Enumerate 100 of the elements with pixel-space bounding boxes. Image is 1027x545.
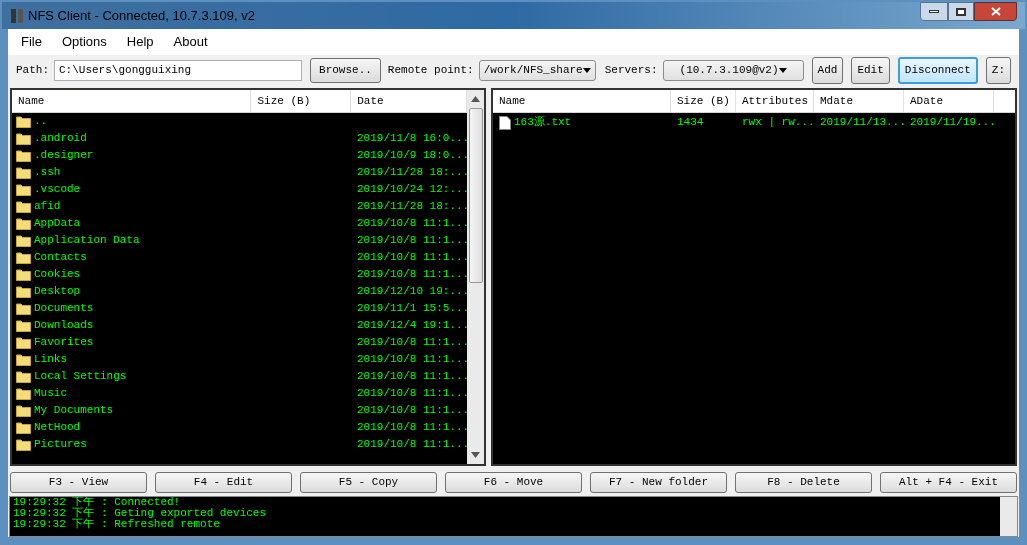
table-cell-text: 2019/11/19... — [909, 115, 994, 131]
menu-item[interactable]: About — [173, 32, 208, 52]
date-cell-text: 2019/10/8 11:1... — [356, 369, 467, 385]
minimize-button[interactable] — [920, 2, 948, 21]
app-icon — [10, 7, 24, 24]
file-name[interactable]: .android — [34, 130, 87, 147]
scroll-thumb[interactable] — [468, 108, 483, 283]
folder-icon — [16, 132, 31, 145]
table-cell-text: rwx | rw... — [741, 115, 814, 131]
document-icon — [499, 115, 511, 130]
action-button[interactable]: F5 - Copy — [300, 472, 437, 493]
path-label: Path: — [16, 62, 49, 78]
folder-icon — [16, 183, 31, 196]
folder-icon — [16, 200, 31, 213]
path-field[interactable]: C:\Users\gongguixing — [54, 59, 303, 81]
folder-icon — [16, 149, 31, 162]
remote-point-label: Remote point: — [387, 62, 474, 78]
close-icon — [990, 7, 1001, 16]
table-cell-text: 2019/11/13... — [819, 115, 904, 131]
column-header[interactable]: Size (B) — [251, 90, 352, 112]
file-name[interactable]: Application Data — [34, 232, 140, 249]
file-name[interactable]: Desktop — [34, 283, 81, 300]
toolbar-button[interactable]: Browse.. — [310, 57, 381, 83]
action-button[interactable]: F4 - Edit — [155, 472, 292, 493]
folder-icon — [16, 336, 31, 349]
scrollbar[interactable] — [1000, 497, 1017, 536]
date-cell-text: 2019/10/8 11:1... — [356, 233, 467, 249]
folder-icon — [16, 217, 31, 230]
file-name[interactable]: Downloads — [34, 317, 94, 334]
folder-icon — [16, 285, 31, 298]
menu-item[interactable]: Options — [61, 32, 107, 52]
action-button[interactable]: F8 - Delete — [735, 472, 872, 493]
column-header[interactable]: Name — [12, 90, 252, 112]
action-button[interactable]: F3 - View — [10, 472, 147, 493]
date-cell-text: 2019/10/8 11:1... — [356, 403, 467, 419]
file-name[interactable]: afid — [34, 198, 61, 215]
date-cell-text: 2019/10/8 11:1... — [356, 267, 467, 283]
remote-point-dropdown[interactable]: /work/NFS_share — [478, 59, 596, 81]
folder-icon — [16, 353, 31, 366]
date-cell-text: 2019/11/1 15:5... — [356, 301, 467, 317]
scroll-up-icon — [471, 96, 480, 102]
file-name[interactable]: Documents — [34, 300, 94, 317]
folder-icon — [16, 268, 31, 281]
file-name[interactable]: .. — [34, 113, 48, 130]
action-button[interactable]: Alt + F4 - Exit — [880, 472, 1017, 493]
log-line: 19:29:32 下午 : Connected! — [13, 497, 182, 508]
scrollbar[interactable] — [467, 90, 484, 464]
menu-item[interactable]: Help — [126, 32, 154, 52]
column-header[interactable]: Attributes — [736, 90, 814, 112]
file-name[interactable]: Local Settings — [34, 368, 127, 385]
file-name[interactable]: Links — [34, 351, 67, 368]
file-name[interactable]: Favorites — [34, 334, 94, 351]
date-cell-text: 2019/10/8 11:1... — [356, 386, 467, 402]
column-header[interactable]: Name — [493, 90, 671, 112]
log-line: 19:29:32 下午 : Refreshed remote — [13, 519, 221, 530]
file-name[interactable]: Music — [34, 385, 67, 402]
maximize-button[interactable] — [948, 2, 974, 21]
menu-item[interactable]: File — [21, 32, 42, 52]
toolbar-button[interactable]: Add — [811, 56, 844, 84]
column-header[interactable]: Mdate — [814, 90, 904, 112]
action-button[interactable]: F6 - Move — [445, 472, 582, 493]
date-cell-text: 2019/10/8 11:1... — [356, 216, 467, 232]
column-header[interactable]: ADate — [904, 90, 994, 112]
caret-icon — [582, 67, 591, 73]
folder-icon — [16, 421, 31, 434]
file-name[interactable]: 163源.txt — [514, 114, 572, 131]
file-name[interactable]: Cookies — [34, 266, 81, 283]
scroll-down-icon — [471, 452, 480, 458]
toolbar-button[interactable]: Edit — [851, 56, 890, 84]
date-cell-text: 2019/12/4 19:1... — [356, 318, 467, 334]
toolbar-button[interactable]: Disconnect — [897, 56, 978, 84]
action-button[interactable]: F7 - New folder — [590, 472, 727, 493]
file-name[interactable]: My Documents — [34, 402, 114, 419]
file-name[interactable]: .ssh — [34, 164, 61, 181]
file-name[interactable]: Pictures — [34, 436, 87, 453]
file-name[interactable]: NetHood — [34, 419, 81, 436]
toolbar-button[interactable]: Z: — [985, 56, 1011, 84]
log-line: 19:29:32 下午 : Geting exported devices — [13, 508, 268, 519]
servers-dropdown[interactable]: (10.7.3.109@v2) — [662, 59, 804, 81]
date-cell-text: 2019/11/28 18:... — [356, 165, 467, 181]
date-cell-text: 2019/10/8 11:1... — [356, 352, 467, 368]
folder-icon — [16, 302, 31, 315]
date-cell-text: 2019/10/8 11:1... — [356, 437, 467, 453]
date-cell-text: 2019/10/8 11:1... — [356, 250, 467, 266]
close-button[interactable] — [974, 2, 1017, 21]
date-cell-text: 2019/11/8 16:0... — [356, 131, 467, 147]
file-name[interactable]: .designer — [34, 147, 94, 164]
folder-icon — [16, 438, 31, 451]
column-header[interactable]: Size (B) — [671, 90, 736, 112]
date-cell-text: 2019/12/10 19:... — [356, 284, 467, 300]
folder-icon — [16, 234, 31, 247]
folder-icon — [16, 370, 31, 383]
folder-icon — [16, 115, 31, 128]
window-title: NFS Client - Connected, 10.7.3.109, v2 — [28, 6, 255, 25]
date-cell-text: 2019/10/24 12:... — [356, 182, 467, 198]
date-cell-text: 2019/11/28 18:... — [356, 199, 467, 215]
caret-icon — [778, 67, 787, 73]
file-name[interactable]: .vscode — [34, 181, 81, 198]
file-name[interactable]: AppData — [34, 215, 81, 232]
file-name[interactable]: Contacts — [34, 249, 87, 266]
